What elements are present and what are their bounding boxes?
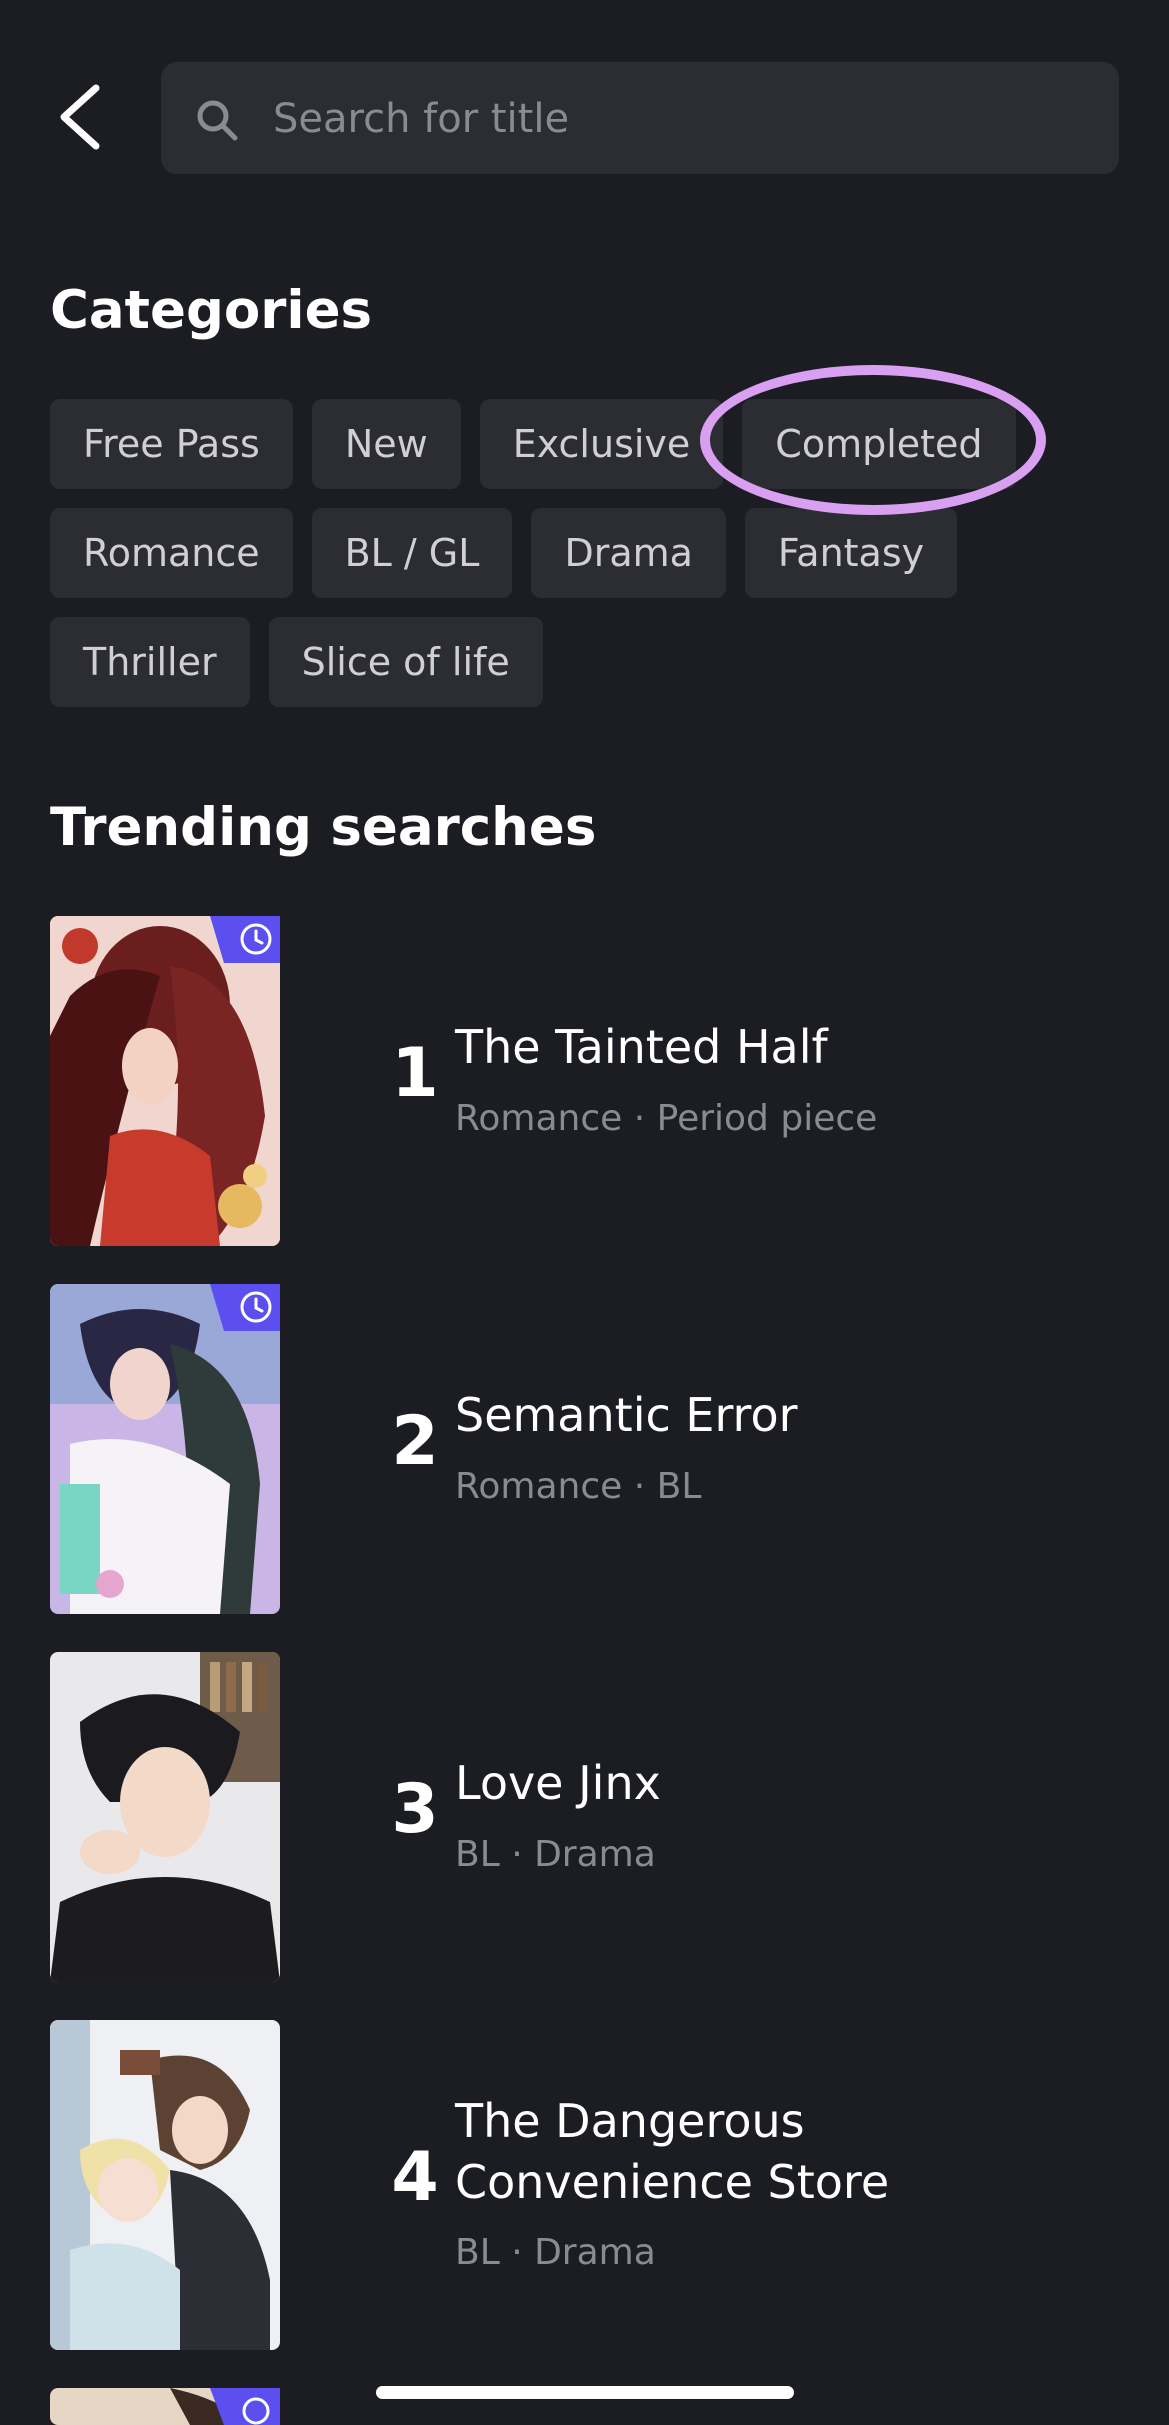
series-title: Love Jinx: [455, 1756, 661, 1810]
back-arrow-icon[interactable]: [52, 82, 110, 152]
clock-icon: [210, 2388, 280, 2425]
chip-drama[interactable]: Drama: [531, 508, 726, 598]
series-title: The Tainted Half: [455, 1020, 828, 1074]
cover-thumbnail: [50, 2020, 280, 2350]
chip-slice-of-life[interactable]: Slice of life: [268, 617, 543, 707]
series-title-line-1: The Dangerous: [455, 2094, 805, 2148]
trending-heading: Trending searches: [50, 797, 597, 858]
cover-thumbnail: [50, 1652, 280, 1982]
chip-romance[interactable]: Romance: [50, 508, 293, 598]
search-icon: [197, 100, 238, 141]
search-box[interactable]: [161, 62, 1119, 176]
cover-thumbnail: [50, 916, 280, 1246]
category-chips: Free Pass New Exclusive Completed Romanc…: [50, 399, 1110, 726]
chip-thriller[interactable]: Thriller: [50, 617, 250, 707]
home-indicator[interactable]: [376, 2386, 794, 2399]
series-genres: Romance · Period piece: [455, 1098, 878, 1139]
series-title-line-2: Convenience Store: [455, 2155, 890, 2209]
series-genres: Romance · BL: [455, 1466, 702, 1507]
clock-icon: [210, 1284, 280, 1331]
cover-thumbnail: [50, 1284, 280, 1614]
trending-item[interactable]: 3 Love Jinx BL · Drama: [50, 1652, 1110, 1982]
search-input[interactable]: [271, 62, 1095, 176]
clock-icon: [210, 916, 280, 963]
chip-completed[interactable]: Completed: [742, 399, 1016, 489]
series-genres: BL · Drama: [455, 1834, 656, 1875]
categories-heading: Categories: [50, 280, 373, 341]
trending-item[interactable]: 4 The Dangerous Convenience Store BL · D…: [50, 2020, 1110, 2350]
series-genres: BL · Drama: [455, 2232, 656, 2273]
chip-new[interactable]: New: [311, 399, 461, 489]
trending-item[interactable]: 2 Semantic Error Romance · BL: [50, 1284, 1110, 1614]
trending-item[interactable]: 1 The Tainted Half Romance · Period piec…: [50, 916, 1110, 1246]
chip-exclusive[interactable]: Exclusive: [479, 399, 724, 489]
chip-fantasy[interactable]: Fantasy: [744, 508, 958, 598]
chip-free-pass[interactable]: Free Pass: [50, 399, 293, 489]
chip-bl-gl[interactable]: BL / GL: [311, 508, 513, 598]
series-title: Semantic Error: [455, 1388, 798, 1442]
